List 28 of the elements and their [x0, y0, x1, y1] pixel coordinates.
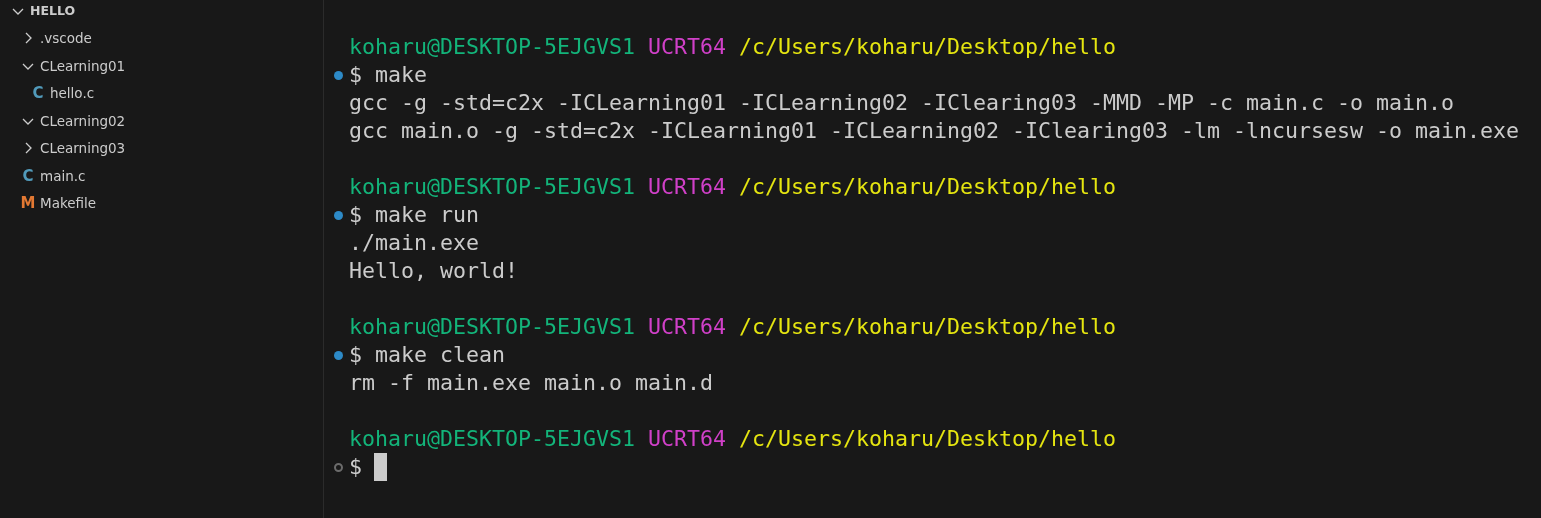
folder-name[interactable]: CLearning03 [40, 140, 126, 157]
file-type-icon: C [20, 166, 36, 185]
command-line: $ [349, 453, 362, 481]
output-line: rm -f main.exe main.o main.d [349, 369, 713, 397]
output-line: ./main.exe [349, 229, 479, 257]
prompt-line: koharu@DESKTOP-5EJGVS1 UCRT64 /c/Users/koharu/Desktop/hello [349, 173, 1117, 201]
file-name[interactable]: hello.c [50, 85, 95, 102]
folder-title[interactable]: HELLO [30, 3, 76, 19]
prompt-line: koharu@DESKTOP-5EJGVS1 UCRT64 /c/Users/koharu/Desktop/hello [349, 33, 1117, 61]
folder-name[interactable]: CLearning02 [40, 112, 126, 129]
command-line: $ make [349, 61, 428, 89]
command-status-icon[interactable] [334, 70, 343, 80]
command-status-icon[interactable] [334, 210, 343, 220]
folder-name[interactable]: CLearning01 [40, 57, 126, 74]
folder-name[interactable]: .vscode [40, 30, 92, 47]
prompt-line: koharu@DESKTOP-5EJGVS1 UCRT64 /c/Users/koharu/Desktop/hello [349, 425, 1117, 453]
command-line: $ make run [349, 201, 480, 229]
output-line: Hello, world! [349, 257, 518, 285]
command-line: $ make clean [349, 341, 506, 369]
file-name[interactable]: main.c [40, 167, 86, 184]
command-status-icon[interactable] [334, 350, 343, 360]
prompt-line: koharu@DESKTOP-5EJGVS1 UCRT64 /c/Users/koharu/Desktop/hello [349, 313, 1117, 341]
output-line: gcc -g -std=c2x -ICLearning01 -ICLearning02 -IClearing03 -MMD -MP -c main.c -o main.o [349, 89, 1455, 117]
file-type-icon: C [30, 84, 46, 103]
command-status-icon[interactable] [334, 462, 343, 472]
output-line: gcc main.o -g -std=c2x -ICLearning01 -ICLearning02 -IClearing03 -lm -lncursesw -o main.exe [349, 117, 1520, 145]
file-type-icon: M [20, 194, 36, 213]
file-name[interactable]: Makefile [40, 195, 97, 212]
